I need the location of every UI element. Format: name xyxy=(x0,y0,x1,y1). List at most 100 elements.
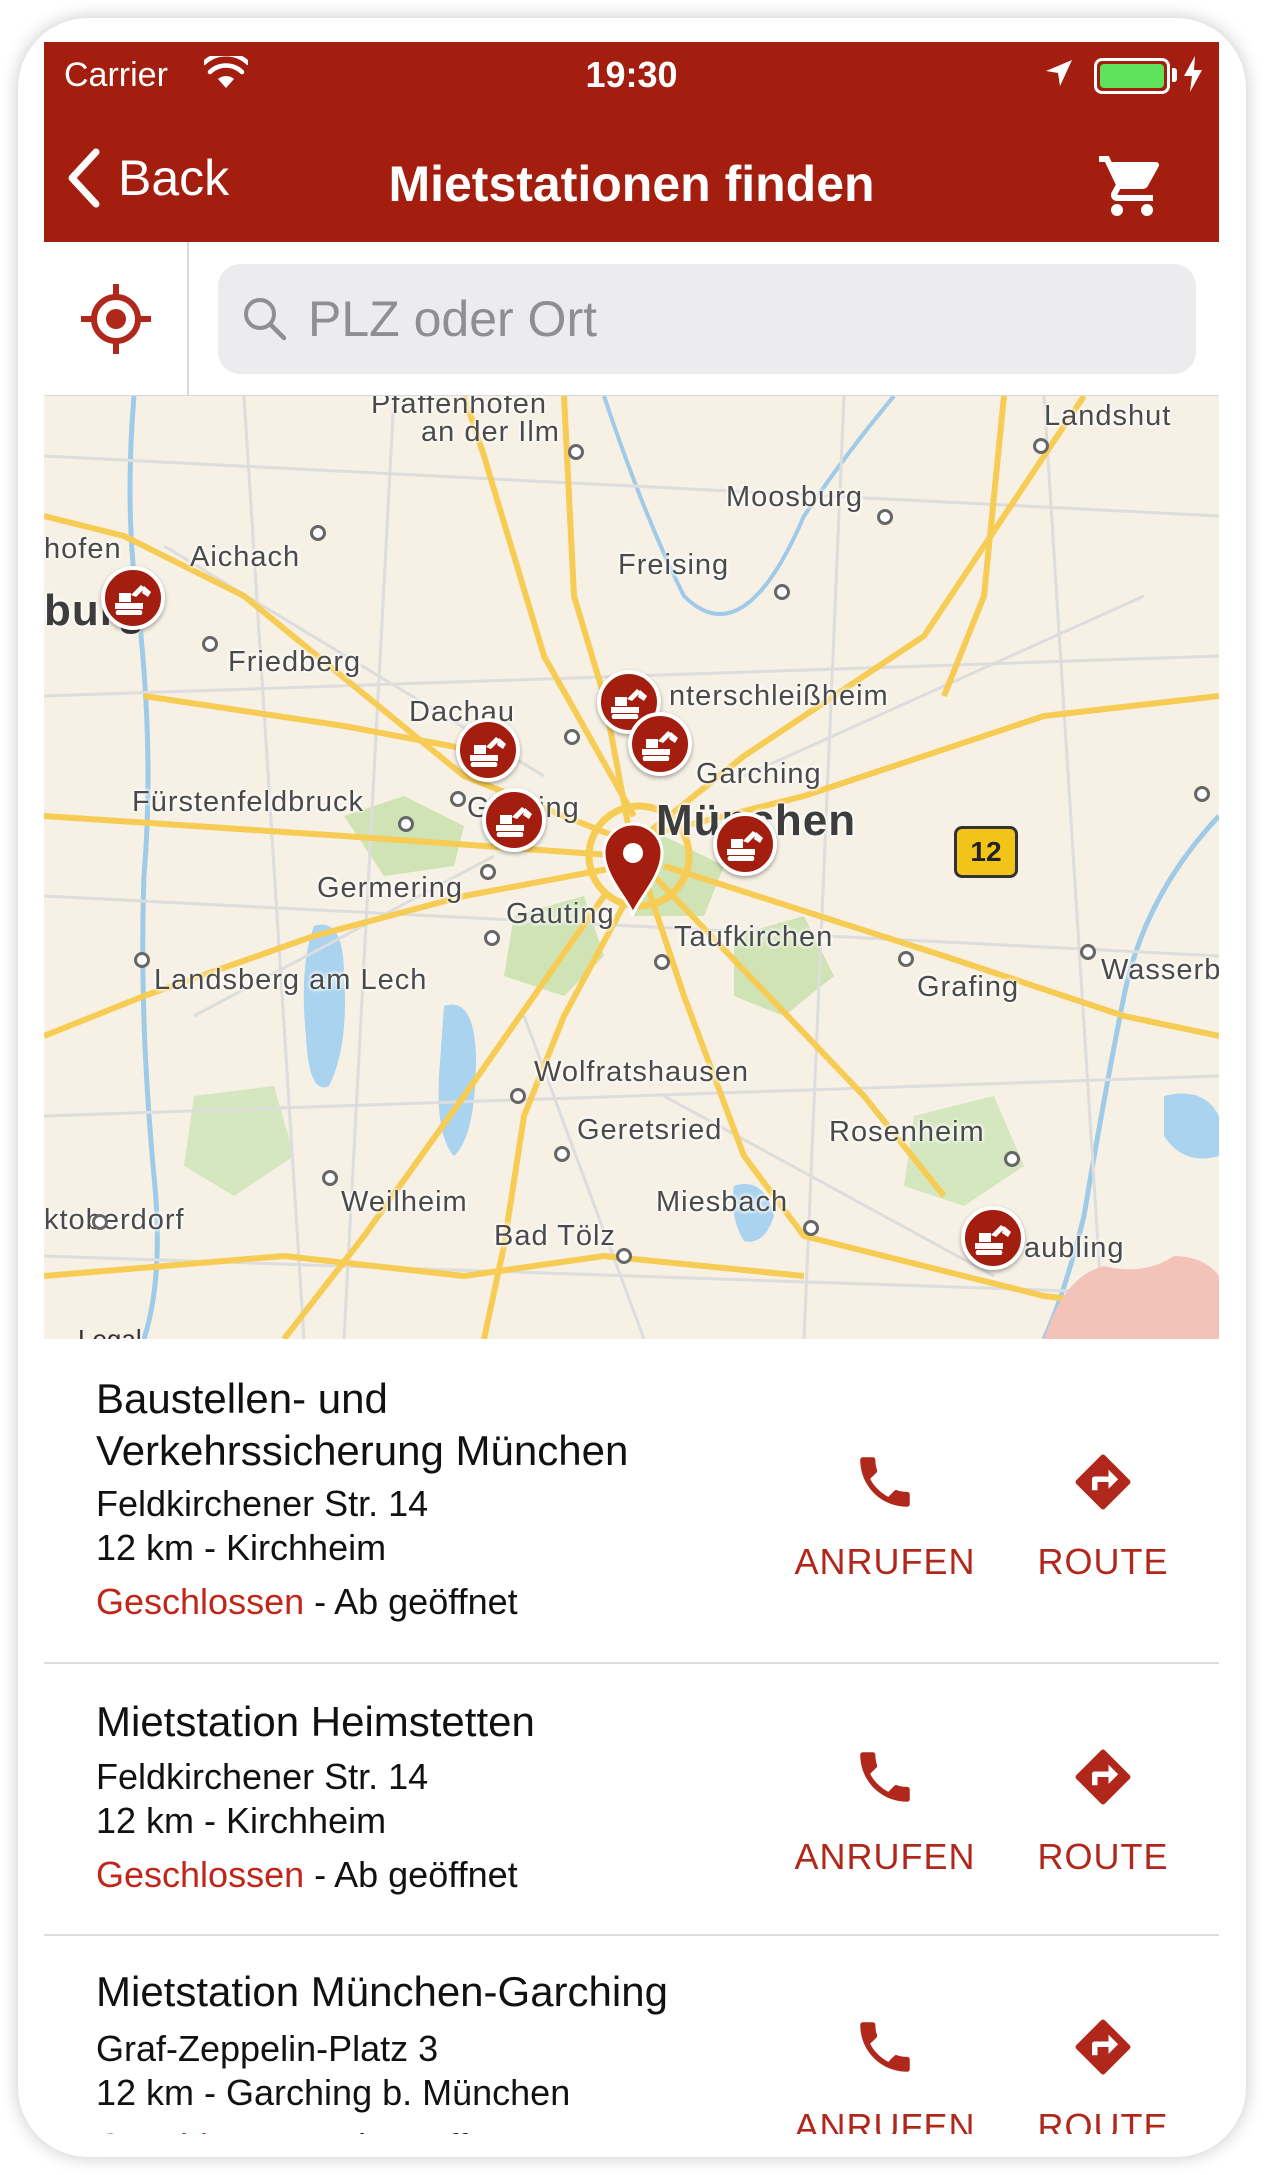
excavator-icon xyxy=(496,807,532,837)
city-dot xyxy=(1194,786,1210,802)
city-dot xyxy=(322,1170,338,1186)
crosshair-icon xyxy=(80,284,151,354)
list-item[interactable]: Mietstation München-Garching Graf-Zeppel… xyxy=(44,1936,1219,2134)
battery-icon xyxy=(1094,58,1170,94)
map-label-wasserburg: Wasserb xyxy=(1101,954,1219,986)
station-hours: Geschlossen - Ab geöffnet xyxy=(96,1854,518,1896)
map-label-hofen: hofen xyxy=(44,533,122,565)
map-label-friedberg: Friedberg xyxy=(228,646,362,678)
station-distance: 12 km - Kirchheim xyxy=(96,1527,387,1568)
station-street: Feldkirchener Str. 14 xyxy=(96,1756,429,1797)
route-button[interactable]: ROUTE xyxy=(998,2014,1208,2134)
rental-station-pin[interactable] xyxy=(482,788,546,852)
call-button[interactable]: ANRUFEN xyxy=(780,1449,990,1583)
city-dot xyxy=(450,791,466,807)
city-dot xyxy=(1033,438,1049,454)
clock: 19:30 xyxy=(585,54,678,95)
station-list: Baustellen- und Verkehrssicherung Münche… xyxy=(44,1339,1219,2134)
map-label-miesbach: Miesbach xyxy=(656,1186,789,1218)
phone-icon xyxy=(860,1457,910,1507)
city-dot xyxy=(803,1220,819,1236)
city-dot xyxy=(310,525,326,541)
city-dot xyxy=(134,952,150,968)
station-street: Graf-Zeppelin-Platz 3 xyxy=(96,2028,439,2069)
map-label-wolfratshausen: Wolfratshausen xyxy=(534,1056,749,1088)
search-icon xyxy=(244,298,287,341)
city-dot xyxy=(92,1214,108,1230)
map-label-fuerstenfeldbruck: Fürstenfeldbruck xyxy=(132,786,364,818)
locate-me-button[interactable] xyxy=(44,242,189,396)
city-dot xyxy=(877,509,893,525)
map-label-geretsried: Geretsried xyxy=(577,1114,723,1146)
map-label-marktoberdorf: ktoberdorf xyxy=(44,1204,185,1236)
route-button[interactable]: ROUTE xyxy=(998,1449,1208,1583)
current-location-marker-icon[interactable] xyxy=(600,820,666,916)
excavator-icon xyxy=(975,1225,1011,1255)
city-dot xyxy=(774,584,790,600)
rental-station-pin[interactable] xyxy=(101,566,165,630)
legal-link[interactable]: Legal xyxy=(78,1324,142,1339)
battery-tip xyxy=(1172,68,1177,82)
map-label-bad-toelz: Bad Tölz xyxy=(494,1220,616,1252)
city-dot xyxy=(202,636,218,652)
map-label-taufkirchen: Taufkirchen xyxy=(674,921,834,953)
top-bar: Carrier 19:30 Back Mietstationen finden xyxy=(44,42,1219,242)
app-screen: Carrier 19:30 Back Mietstationen finden … xyxy=(44,42,1219,2134)
excavator-icon xyxy=(115,585,151,615)
station-distance: 12 km - Garching b. München xyxy=(96,2072,571,2113)
road-shield: 12 xyxy=(954,826,1018,878)
city-dot xyxy=(1080,944,1096,960)
map-label-garching: Garching xyxy=(696,758,822,790)
excavator-icon xyxy=(642,731,678,761)
search-field[interactable] xyxy=(218,264,1196,374)
directions-icon xyxy=(1075,1454,1131,1510)
route-label: ROUTE xyxy=(1037,1836,1169,1877)
city-dot xyxy=(510,1088,526,1104)
city-dot xyxy=(398,816,414,832)
city-dot xyxy=(616,1248,632,1264)
route-button[interactable]: ROUTE xyxy=(998,1744,1208,1878)
call-button[interactable]: ANRUFEN xyxy=(780,1744,990,1878)
city-dot xyxy=(484,930,500,946)
station-street: Feldkirchener Str. 14 xyxy=(96,1483,429,1524)
map-view[interactable]: Pfaffenhofen an der Ilm Landshut Moosbur… xyxy=(44,396,1219,1339)
excavator-icon xyxy=(727,831,763,861)
status-open-info: - Ab geöffnet xyxy=(304,1854,518,1895)
rental-station-pin[interactable] xyxy=(628,712,692,776)
map-label-freising: Freising xyxy=(618,549,730,581)
map-label-weilheim: Weilheim xyxy=(341,1186,468,1218)
city-dot xyxy=(1004,1151,1020,1167)
excavator-icon xyxy=(470,737,506,767)
status-open-info: - Ab geöffnet xyxy=(304,2126,518,2134)
map-label-raubling: aubling xyxy=(1024,1232,1125,1264)
directions-icon xyxy=(1075,1749,1131,1805)
list-item[interactable]: Baustellen- und Verkehrssicherung Münche… xyxy=(44,1339,1219,1664)
status-open-info: - Ab geöffnet xyxy=(304,1581,518,1622)
page-title: Mietstationen finden xyxy=(388,156,875,212)
map-label-an-der-ilm: an der Ilm xyxy=(421,416,560,448)
station-distance: 12 km - Kirchheim xyxy=(96,1800,387,1841)
rental-station-pin[interactable] xyxy=(456,718,520,782)
rental-station-pin[interactable] xyxy=(713,812,777,876)
call-button[interactable]: ANRUFEN xyxy=(780,2014,990,2134)
map-label-grafing: Grafing xyxy=(917,971,1020,1003)
charging-bolt-icon xyxy=(1184,56,1202,92)
station-hours: Geschlossen - Ab geöffnet xyxy=(96,2126,518,2134)
excavator-icon xyxy=(611,689,647,719)
status-closed: Geschlossen xyxy=(96,2126,304,2134)
map-label-unterschleissheim: nterschleißheim xyxy=(669,680,889,712)
route-label: ROUTE xyxy=(1037,1541,1169,1582)
call-label: ANRUFEN xyxy=(794,1541,976,1582)
rental-station-pin[interactable] xyxy=(961,1206,1025,1270)
call-label: ANRUFEN xyxy=(794,1836,976,1877)
city-dot xyxy=(480,864,496,880)
search-input[interactable] xyxy=(308,290,1148,348)
shopping-cart-icon[interactable] xyxy=(1096,150,1168,222)
station-hours: Geschlossen - Ab geöffnet xyxy=(96,1581,518,1623)
map-label-rosenheim: Rosenheim xyxy=(829,1116,985,1148)
search-row xyxy=(44,242,1219,396)
list-item[interactable]: Mietstation Heimstetten Feldkirchener St… xyxy=(44,1664,1219,1936)
route-label: ROUTE xyxy=(1037,2106,1169,2134)
map-label-moosburg: Moosburg xyxy=(726,481,863,513)
call-label: ANRUFEN xyxy=(794,2106,976,2134)
